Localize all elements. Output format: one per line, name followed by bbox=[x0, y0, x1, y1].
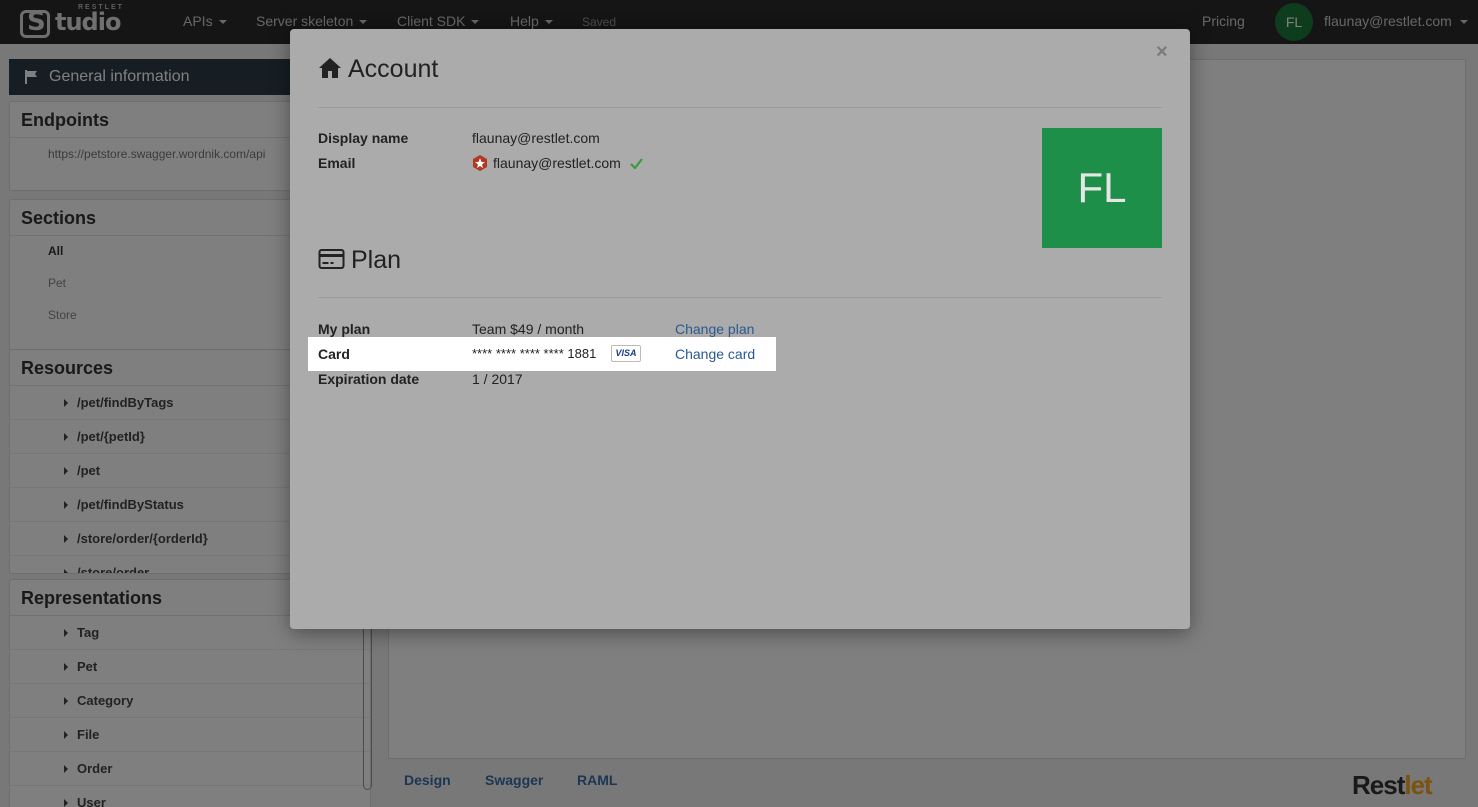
divider bbox=[318, 107, 1162, 108]
account-modal: × Account Display name flaunay@restlet.c… bbox=[290, 29, 1190, 629]
display-name-label: Display name bbox=[318, 130, 409, 146]
close-icon[interactable]: × bbox=[1156, 41, 1168, 64]
auth0-icon bbox=[473, 155, 487, 171]
display-name-value: flaunay@restlet.com bbox=[472, 130, 600, 146]
email-value: flaunay@restlet.com bbox=[493, 155, 621, 171]
my-plan-label: My plan bbox=[318, 321, 371, 337]
verified-check-icon bbox=[629, 158, 643, 170]
email-value-row: flaunay@restlet.com bbox=[472, 155, 643, 171]
expiration-date-value: 1 / 2017 bbox=[472, 371, 523, 387]
visa-icon: VISA bbox=[611, 345, 641, 362]
divider bbox=[318, 297, 1162, 298]
account-title-text: Account bbox=[348, 55, 439, 83]
card-label: Card bbox=[318, 346, 350, 362]
account-avatar: FL bbox=[1042, 128, 1162, 248]
credit-card-icon bbox=[318, 249, 345, 269]
plan-title: Plan bbox=[318, 246, 401, 275]
card-number: **** **** **** **** 1881 bbox=[472, 346, 597, 361]
my-plan-value: Team $49 / month bbox=[472, 321, 585, 337]
change-card-link[interactable]: Change card bbox=[675, 346, 755, 362]
plan-title-text: Plan bbox=[351, 246, 402, 274]
change-plan-link[interactable]: Change plan bbox=[675, 321, 754, 337]
account-title: Account bbox=[318, 55, 438, 84]
email-label: Email bbox=[318, 155, 356, 171]
home-icon bbox=[319, 58, 341, 78]
expiration-date-label: Expiration date bbox=[318, 371, 420, 387]
